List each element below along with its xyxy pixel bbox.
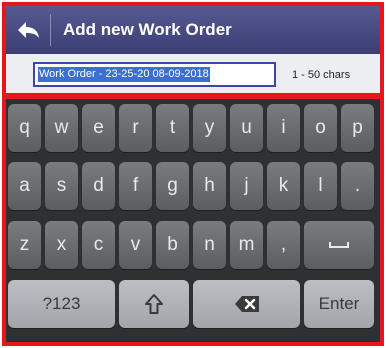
on-screen-keyboard: q w e r t y u i o p a s d f g h j k l . … [6, 99, 380, 342]
key-a[interactable]: a [8, 162, 41, 210]
key-h[interactable]: h [193, 162, 226, 210]
key-j[interactable]: j [230, 162, 263, 210]
key-y[interactable]: y [193, 104, 226, 152]
key-e[interactable]: e [82, 104, 115, 152]
page-title: Add new Work Order [63, 20, 232, 39]
key-n[interactable]: n [193, 221, 226, 269]
back-button[interactable] [6, 6, 50, 54]
key-g[interactable]: g [156, 162, 189, 210]
char-limit-hint: 1 - 50 chars [292, 68, 351, 81]
key-p[interactable]: p [341, 104, 374, 152]
key-c[interactable]: c [82, 221, 115, 269]
key-comma[interactable]: , [267, 221, 300, 269]
enter-key[interactable]: Enter [304, 280, 374, 328]
key-z[interactable]: z [8, 221, 41, 269]
space-key[interactable] [304, 221, 374, 269]
key-o[interactable]: o [304, 104, 337, 152]
header-divider [50, 14, 51, 46]
input-row: Work Order - 23-25-20 08-09-2018 1 - 50 … [6, 54, 380, 95]
back-arrow-icon [18, 22, 39, 38]
key-b[interactable]: b [156, 221, 189, 269]
key-v[interactable]: v [119, 221, 152, 269]
key-r[interactable]: r [119, 104, 152, 152]
key-u[interactable]: u [230, 104, 263, 152]
backspace-key[interactable] [193, 280, 300, 328]
key-f[interactable]: f [119, 162, 152, 210]
key-w[interactable]: w [45, 104, 78, 152]
key-t[interactable]: t [156, 104, 189, 152]
shift-arrow-icon [145, 294, 163, 314]
key-i[interactable]: i [267, 104, 300, 152]
shift-key[interactable] [119, 280, 189, 328]
key-s[interactable]: s [45, 162, 78, 210]
key-x[interactable]: x [45, 221, 78, 269]
key-k[interactable]: k [267, 162, 300, 210]
work-order-name-input[interactable]: Work Order - 23-25-20 08-09-2018 [33, 62, 276, 87]
key-period[interactable]: . [341, 162, 374, 210]
key-d[interactable]: d [82, 162, 115, 210]
key-m[interactable]: m [230, 221, 263, 269]
work-order-name-value: Work Order - 23-25-20 08-09-2018 [38, 67, 210, 82]
key-q[interactable]: q [8, 104, 41, 152]
backspace-icon [234, 296, 259, 312]
space-icon [329, 242, 349, 248]
key-l[interactable]: l [304, 162, 337, 210]
mode-switch-key[interactable]: ?123 [8, 280, 115, 328]
header-bar: Add new Work Order [6, 6, 380, 54]
